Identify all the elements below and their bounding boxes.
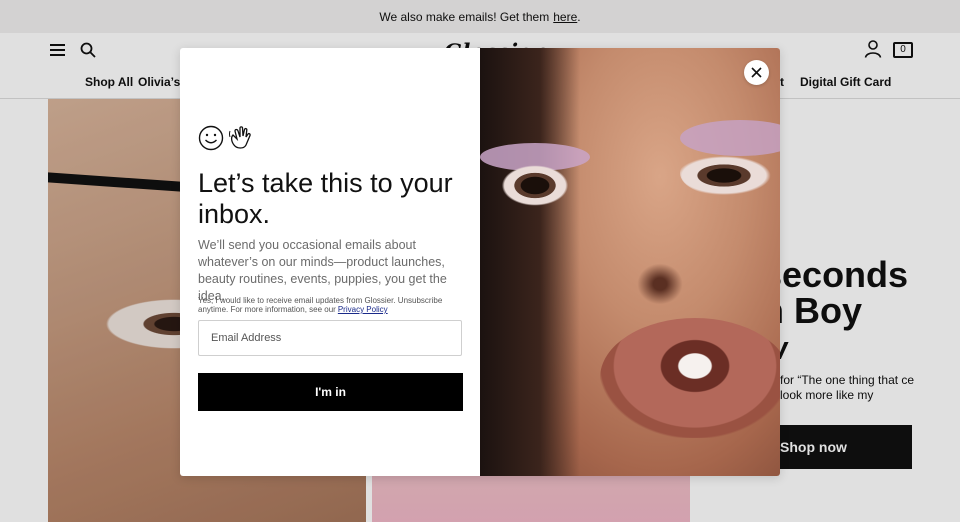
submit-button[interactable]: I'm in xyxy=(198,373,463,411)
modal-title: Let’s take this to your inbox. xyxy=(198,168,453,229)
emoji-row xyxy=(198,125,254,151)
modal-content: Let’s take this to your inbox. We’ll sen… xyxy=(180,48,480,476)
email-field[interactable] xyxy=(198,320,462,356)
consent-copy: Yes, I would like to receive email updat… xyxy=(198,296,443,314)
modal-description: We’ll send you occasional emails about w… xyxy=(198,238,447,303)
modal-photo xyxy=(480,48,780,476)
waving-hand-icon xyxy=(229,126,251,149)
photo-hair xyxy=(480,48,580,476)
smiley-icon xyxy=(198,125,224,151)
photo-lips xyxy=(600,318,780,438)
photo-eye-left xyxy=(490,158,580,208)
consent-text: Yes, I would like to receive email updat… xyxy=(198,296,468,314)
photo-eye-right xyxy=(680,148,780,198)
close-icon xyxy=(751,67,762,78)
photo-nose xyxy=(620,248,700,308)
email-signup-modal: Let’s take this to your inbox. We’ll sen… xyxy=(180,48,780,476)
privacy-policy-link[interactable]: Privacy Policy xyxy=(338,305,388,314)
close-modal-button[interactable] xyxy=(744,60,769,85)
